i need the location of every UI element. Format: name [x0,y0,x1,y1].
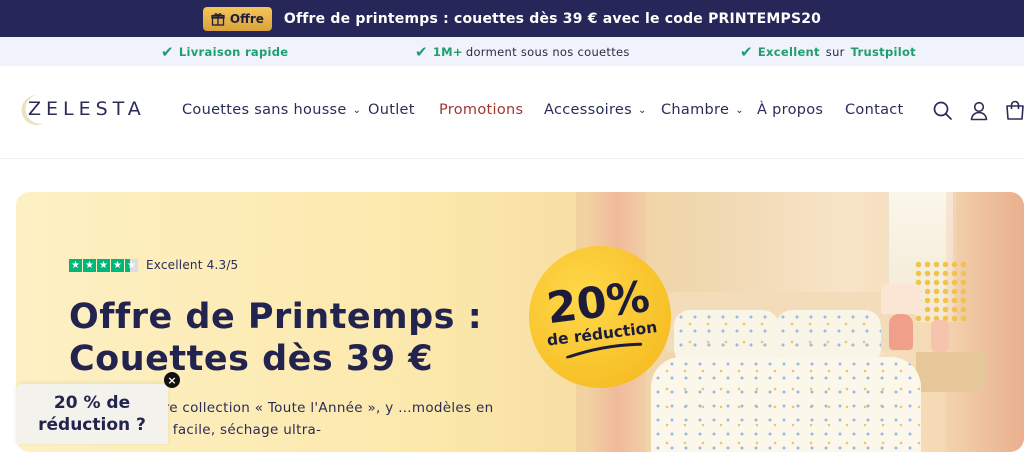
usp-shipping-label: Livraison rapide [178,44,289,59]
lamp-base [889,314,913,350]
nav-label: Couettes sans housse [182,102,347,118]
nav-label: À propos [757,102,824,118]
discount-popup[interactable]: 20 % de réduction ? [16,384,168,444]
check-icon: ✔ [415,42,428,61]
popup-line1: 20 % de [53,393,131,413]
main-nav: Couettes sans housse ⌄ Outlet Promotions… [0,66,1024,159]
usp-item-shipping: ✔ Livraison rapide [161,37,288,66]
nav-label: Outlet [368,102,415,118]
usp-sleepers-count: 1M+ [432,44,463,59]
offer-pill[interactable]: Offre [202,6,272,31]
lamp-shade [881,284,921,314]
nav-label: Chambre [661,102,730,118]
usp-trustpilot[interactable]: Trustpilot [851,45,916,59]
site-header: ZELESTA Couettes sans housse ⌄ Outlet Pr… [0,66,1024,159]
trustpilot-rating[interactable]: ★ ★ ★ ★ ★ Excellent 4.3/5 [69,258,238,272]
usp-excellent: Excellent [757,44,820,59]
nav-item-a-propos[interactable]: À propos [757,102,823,118]
chevron-down-icon: ⌄ [735,104,744,116]
usp-item-trustpilot: ✔ Excellent sur Trustpilot [740,37,916,66]
offer-pill-label: Offre [229,11,264,26]
hero-title: Offre de Printemps : Couettes dès 39 € [69,296,482,380]
announcement-text: Offre de printemps : couettes dès 39 € a… [283,10,822,27]
nav-label: Accessoires [544,102,632,118]
star-icon: ★ [97,258,110,272]
nav-item-couettes[interactable]: Couettes sans housse ⌄ [182,102,361,118]
star-half-icon: ★ [125,258,138,272]
close-icon[interactable]: × [164,372,180,388]
curtain-right [946,192,1024,452]
chevron-down-icon: ⌄ [352,104,362,116]
usp-sur: sur [821,44,849,59]
nav-label: Contact [845,102,904,118]
nav-item-accessoires[interactable]: Accessoires ⌄ [544,102,647,118]
nav-item-chambre[interactable]: Chambre ⌄ [661,102,744,118]
search-icon[interactable] [932,100,954,122]
gift-icon [211,12,225,26]
hero-title-line2: Couettes dès 39 € [69,339,434,379]
usp-bar: ✔ Livraison rapide ✔ 1M+ dorment sous no… [0,37,1024,66]
star-icon: ★ [111,258,124,272]
chevron-down-icon: ⌄ [637,104,647,116]
star-icon: ★ [83,258,96,272]
cart-icon[interactable] [1004,100,1024,122]
popup-line2: réduction ? [38,415,146,435]
rating-stars: ★ ★ ★ ★ ★ [69,258,138,272]
check-icon: ✔ [740,42,753,61]
check-icon: ✔ [161,42,174,61]
nav-item-contact[interactable]: Contact [845,102,904,118]
star-icon: ★ [69,258,82,272]
nav-item-promotions[interactable]: Promotions [439,102,523,118]
vase [931,320,949,352]
flowers [914,260,970,322]
account-icon[interactable] [968,100,990,122]
rating-text: Excellent 4.3/5 [146,258,239,272]
nav-label: Promotions [439,102,524,118]
hero-title-line1: Offre de Printemps : [69,297,483,337]
usp-sleepers-text: dorment sous nos couettes [465,44,630,59]
nav-item-outlet[interactable]: Outlet [368,102,415,118]
announcement-bar: Offre Offre de printemps : couettes dès … [0,0,1024,37]
nightstand [916,352,986,392]
usp-item-sleepers: ✔ 1M+ dorment sous nos couettes [415,37,630,66]
duvet [651,357,921,452]
